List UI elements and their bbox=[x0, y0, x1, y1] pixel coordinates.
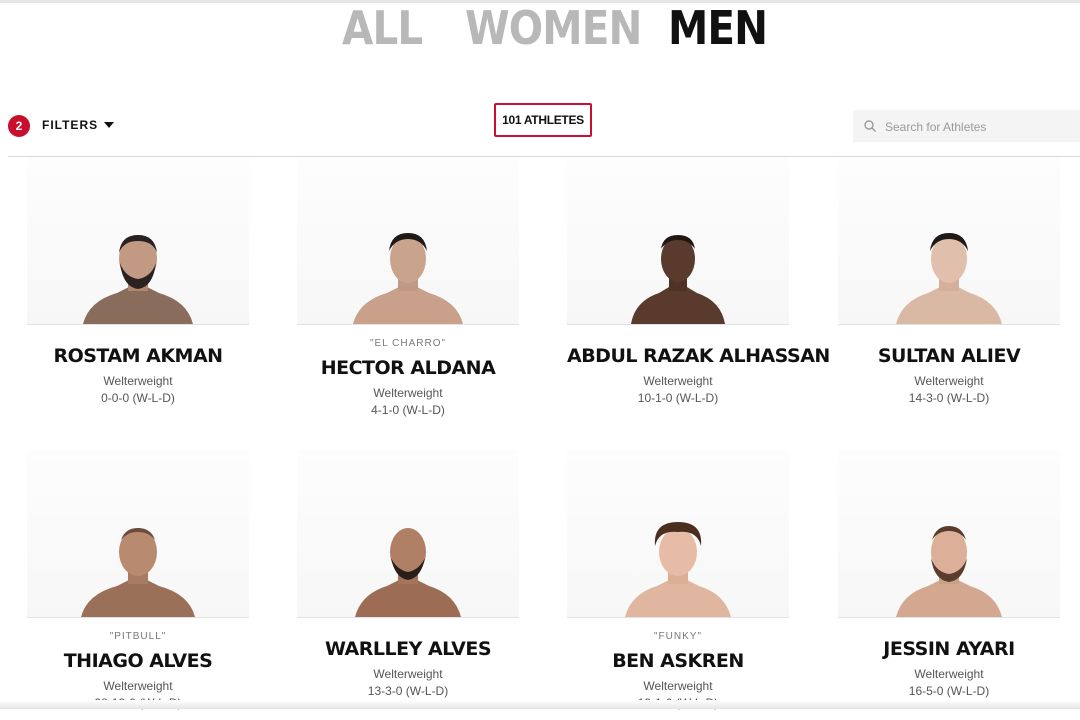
card-separator bbox=[27, 324, 249, 325]
athlete-name[interactable]: ABDUL RAZAK ALHASSAN bbox=[567, 345, 830, 367]
athlete-portrait bbox=[896, 233, 1002, 324]
search-icon bbox=[864, 120, 876, 132]
athlete-portrait bbox=[625, 522, 731, 617]
athlete-nickname: "FUNKY" bbox=[654, 631, 702, 642]
athlete-record: 0-0-0 (W-L-D) bbox=[101, 391, 175, 405]
athlete-name[interactable]: ROSTAM AKMAN bbox=[27, 345, 249, 367]
search-input[interactable] bbox=[883, 110, 1077, 144]
athlete-name[interactable]: WARLLEY ALVES bbox=[297, 638, 519, 660]
tab-women[interactable]: WOMEN bbox=[465, 2, 642, 54]
athlete-record: 4-1-0 (W-L-D) bbox=[371, 403, 445, 417]
search-box[interactable] bbox=[853, 110, 1080, 144]
tab-men[interactable]: MEN bbox=[668, 2, 768, 54]
athlete-card[interactable]: SULTAN ALIEV Welterweight 14-3-0 (W-L-D) bbox=[838, 157, 1060, 427]
athlete-nickname: "PITBULL" bbox=[109, 631, 167, 642]
athlete-weight-class: Welterweight bbox=[373, 667, 443, 681]
filter-bar: 2 FILTERS 101 ATHLETES bbox=[0, 100, 1080, 156]
card-separator bbox=[27, 617, 249, 618]
athlete-weight-class: Welterweight bbox=[103, 679, 173, 693]
athlete-weight-class: Welterweight bbox=[643, 679, 713, 693]
athlete-weight-class: Welterweight bbox=[373, 386, 443, 400]
athlete-card[interactable]: WARLLEY ALVES Welterweight 13-3-0 (W-L-D… bbox=[297, 450, 519, 720]
athlete-portrait bbox=[631, 235, 725, 324]
athlete-record: 10-1-0 (W-L-D) bbox=[637, 391, 719, 405]
athlete-nickname: "EL CHARRO" bbox=[369, 338, 447, 349]
athlete-name[interactable]: JESSIN AYARI bbox=[838, 638, 1060, 660]
athlete-name[interactable]: THIAGO ALVES bbox=[27, 650, 249, 672]
filter-count-badge: 2 bbox=[8, 115, 30, 137]
card-separator bbox=[297, 324, 519, 325]
athlete-card[interactable]: ROSTAM AKMAN Welterweight 0-0-0 (W-L-D) bbox=[27, 157, 249, 427]
athlete-weight-class: Welterweight bbox=[914, 667, 984, 681]
athlete-record: 13-3-0 (W-L-D) bbox=[367, 684, 449, 698]
athlete-card[interactable]: JESSIN AYARI Welterweight 16-5-0 (W-L-D) bbox=[838, 450, 1060, 720]
athlete-name[interactable]: SULTAN ALIEV bbox=[838, 345, 1060, 367]
bottom-edge bbox=[0, 700, 1080, 709]
athlete-portrait bbox=[81, 528, 195, 617]
athlete-portrait bbox=[353, 233, 463, 324]
card-separator bbox=[838, 324, 1060, 325]
athlete-portrait bbox=[83, 235, 193, 324]
athlete-portrait bbox=[355, 528, 461, 617]
athlete-weight-class: Welterweight bbox=[914, 374, 984, 388]
athlete-record: 16-5-0 (W-L-D) bbox=[908, 684, 990, 698]
card-separator bbox=[567, 324, 789, 325]
filters-label: FILTERS bbox=[42, 118, 99, 132]
athlete-name[interactable]: HECTOR ALDANA bbox=[297, 357, 519, 379]
filters-button[interactable]: FILTERS bbox=[42, 118, 115, 132]
card-separator bbox=[297, 617, 519, 618]
athlete-card[interactable]: "PITBULL" THIAGO ALVES Welterweight 28-1… bbox=[27, 450, 249, 720]
athlete-card[interactable]: ABDUL RAZAK ALHASSAN Welterweight 10-1-0… bbox=[567, 157, 830, 427]
tab-all[interactable]: ALL bbox=[342, 2, 423, 54]
card-separator bbox=[838, 617, 1060, 618]
athlete-portrait bbox=[896, 526, 1002, 617]
caret-down-icon bbox=[104, 122, 115, 128]
athlete-weight-class: Welterweight bbox=[103, 374, 173, 388]
athlete-count: 101 ATHLETES bbox=[494, 103, 592, 137]
athlete-card[interactable]: "FUNKY" BEN ASKREN Welterweight 19-1-0 (… bbox=[567, 450, 789, 720]
athlete-weight-class: Welterweight bbox=[643, 374, 713, 388]
athlete-record: 14-3-0 (W-L-D) bbox=[908, 391, 990, 405]
athlete-card[interactable]: "EL CHARRO" HECTOR ALDANA Welterweight 4… bbox=[297, 157, 519, 427]
athlete-name[interactable]: BEN ASKREN bbox=[567, 650, 789, 672]
card-separator bbox=[567, 617, 789, 618]
gender-tabs: ALL WOMEN MEN bbox=[0, 2, 1080, 62]
